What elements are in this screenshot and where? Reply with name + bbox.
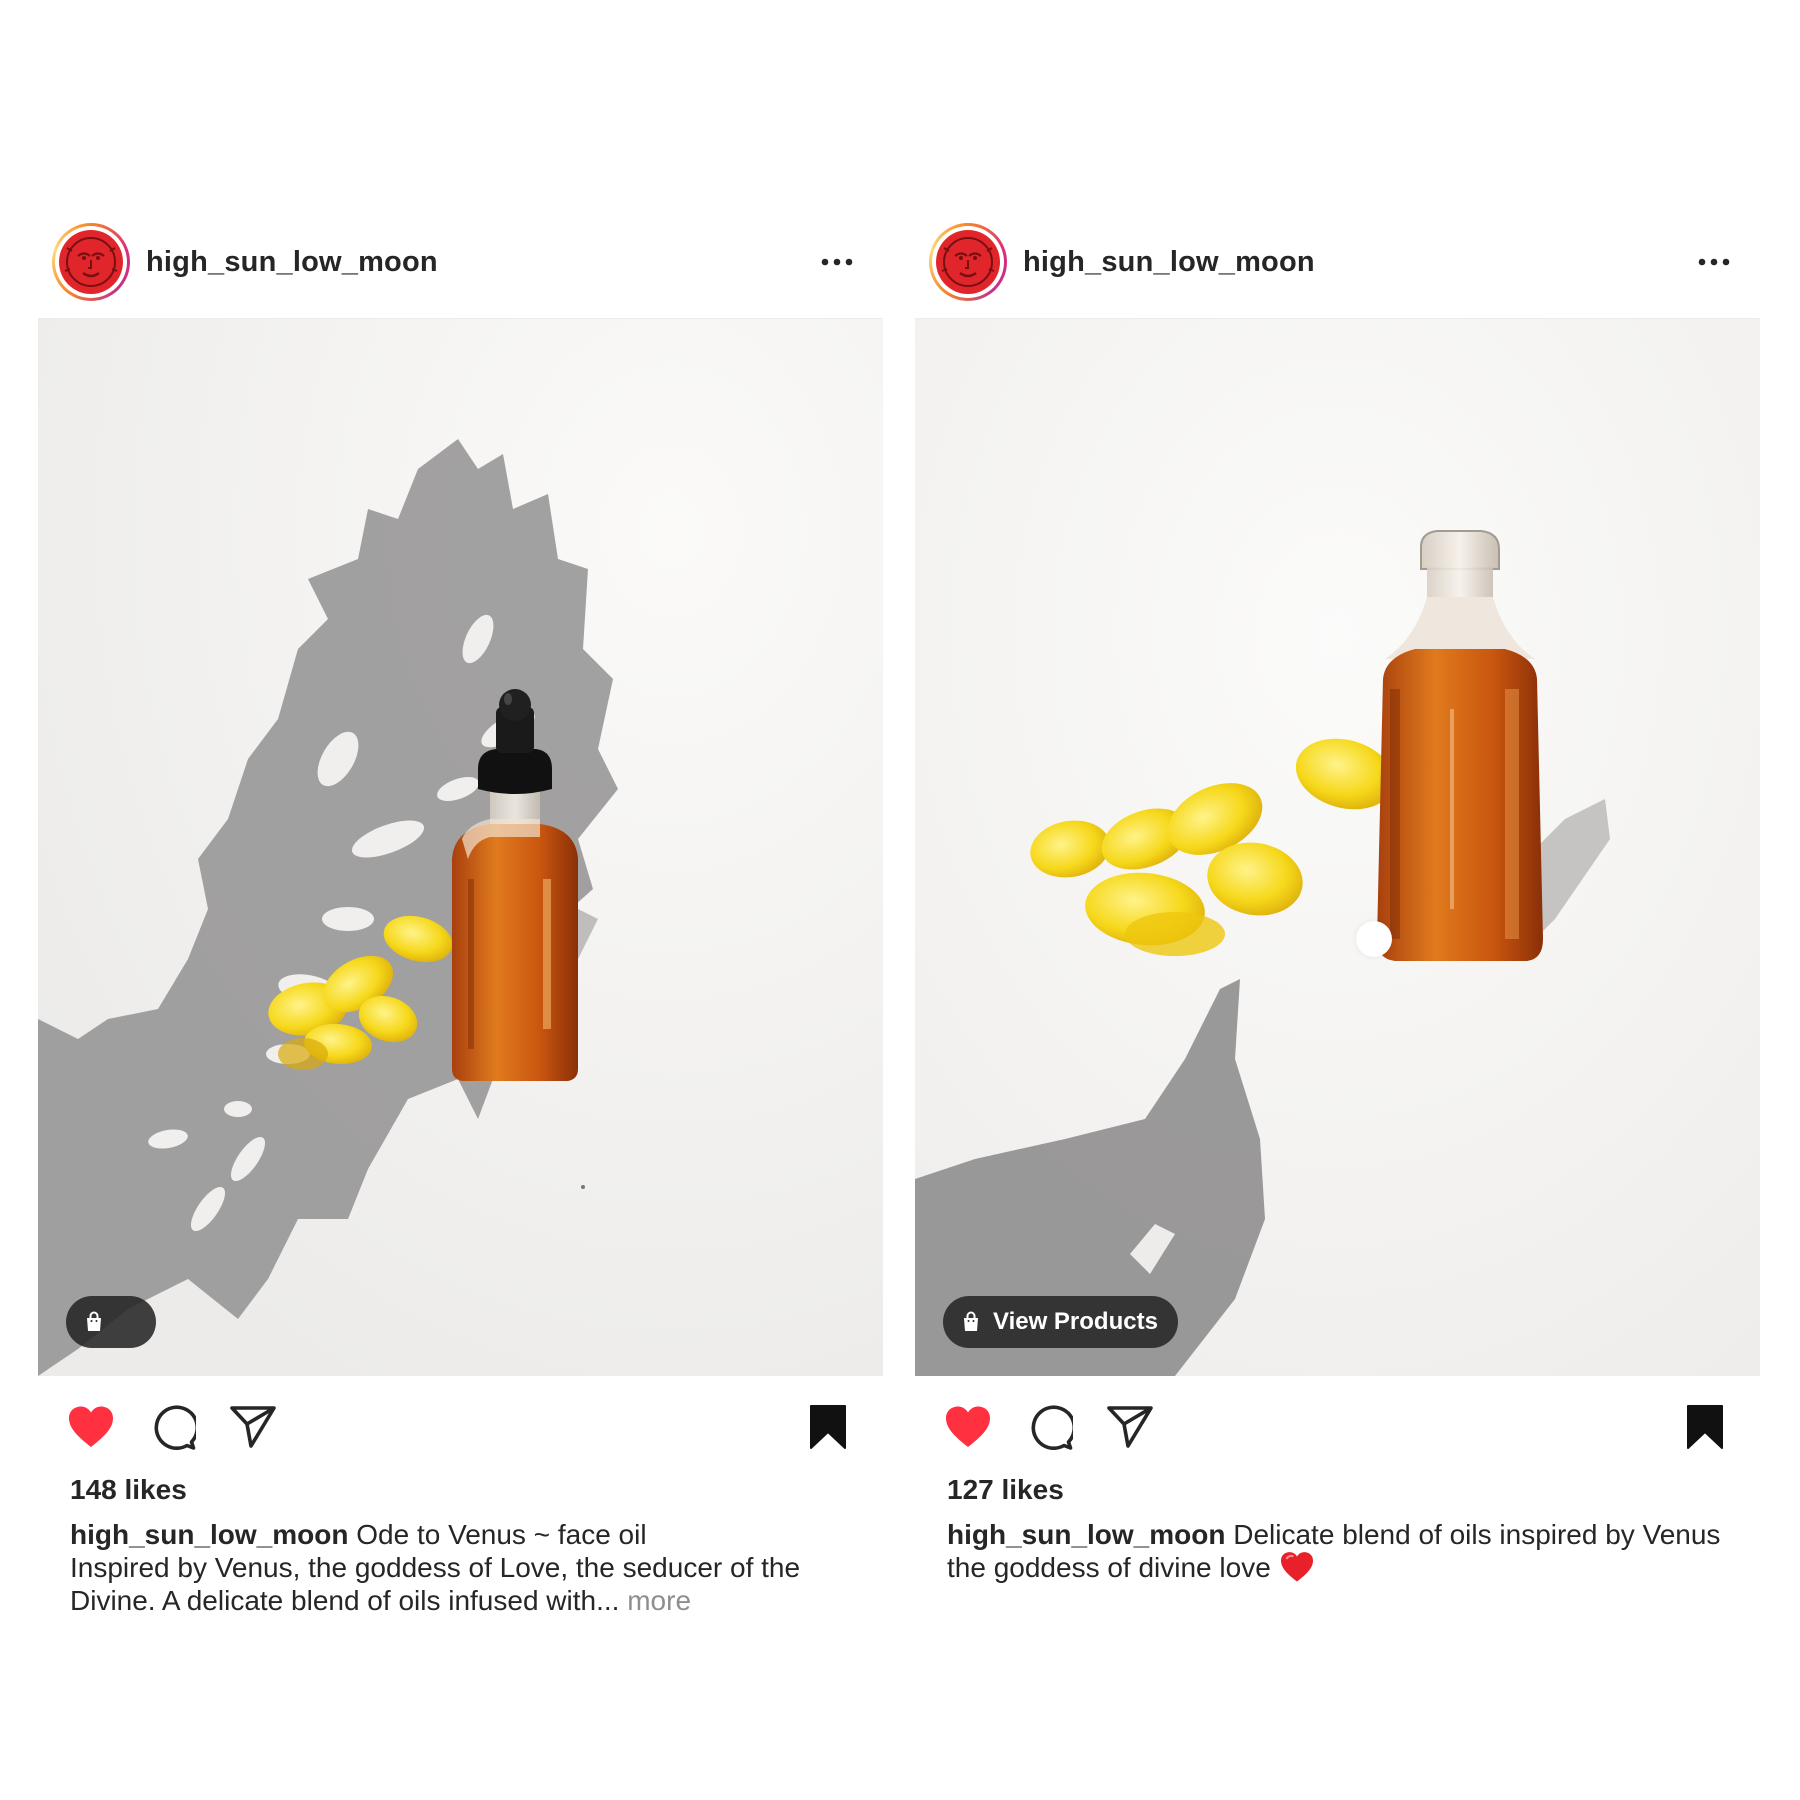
post-image[interactable] xyxy=(38,319,883,1376)
face-oil-photo xyxy=(38,319,883,1376)
shopping-bag-icon xyxy=(82,1310,106,1334)
avatar[interactable] xyxy=(52,223,130,301)
post-header: high_sun_low_moon xyxy=(38,210,883,319)
sun-face-logo-icon xyxy=(936,230,1000,294)
view-products-label: View Products xyxy=(993,1308,1158,1335)
like-heart-icon[interactable] xyxy=(66,1402,116,1452)
avatar[interactable] xyxy=(929,223,1007,301)
more-link[interactable]: more xyxy=(627,1585,691,1616)
view-products-button[interactable]: View Products xyxy=(943,1296,1178,1348)
save-bookmark-icon[interactable] xyxy=(803,1402,853,1452)
shop-products-button[interactable] xyxy=(66,1296,156,1348)
comment-icon[interactable] xyxy=(148,1402,198,1452)
post-caption: high_sun_low_moon Delicate blend of oils… xyxy=(915,1518,1760,1584)
shopping-bag-icon xyxy=(959,1310,983,1334)
action-bar xyxy=(915,1376,1760,1474)
post-username[interactable]: high_sun_low_moon xyxy=(146,246,438,279)
post-card: high_sun_low_moon xyxy=(38,210,883,1617)
red-heart-emoji xyxy=(1279,1552,1315,1583)
likes-count[interactable]: 148 likes xyxy=(38,1474,883,1506)
product-tag-dot[interactable] xyxy=(1356,921,1392,957)
share-send-icon[interactable] xyxy=(1105,1402,1155,1452)
post-header: high_sun_low_moon xyxy=(915,210,1760,319)
oil-bottle-photo xyxy=(915,319,1760,1376)
more-dots-icon[interactable] xyxy=(817,242,857,282)
caption-title: Ode to Venus ~ face oil xyxy=(356,1519,647,1550)
save-bookmark-icon[interactable] xyxy=(1680,1402,1730,1452)
caption-username[interactable]: high_sun_low_moon xyxy=(947,1519,1225,1550)
share-send-icon[interactable] xyxy=(228,1402,278,1452)
likes-count[interactable]: 127 likes xyxy=(915,1474,1760,1506)
post-caption: high_sun_low_moon Ode to Venus ~ face oi… xyxy=(38,1518,883,1617)
comment-icon[interactable] xyxy=(1025,1402,1075,1452)
more-dots-icon[interactable] xyxy=(1694,242,1734,282)
post-image[interactable]: View Products xyxy=(915,319,1760,1376)
post-card: high_sun_low_moon xyxy=(915,210,1760,1584)
action-bar xyxy=(38,1376,883,1474)
sun-face-logo-icon xyxy=(59,230,123,294)
like-heart-icon[interactable] xyxy=(943,1402,993,1452)
caption-username[interactable]: high_sun_low_moon xyxy=(70,1519,348,1550)
post-username[interactable]: high_sun_low_moon xyxy=(1023,246,1315,279)
